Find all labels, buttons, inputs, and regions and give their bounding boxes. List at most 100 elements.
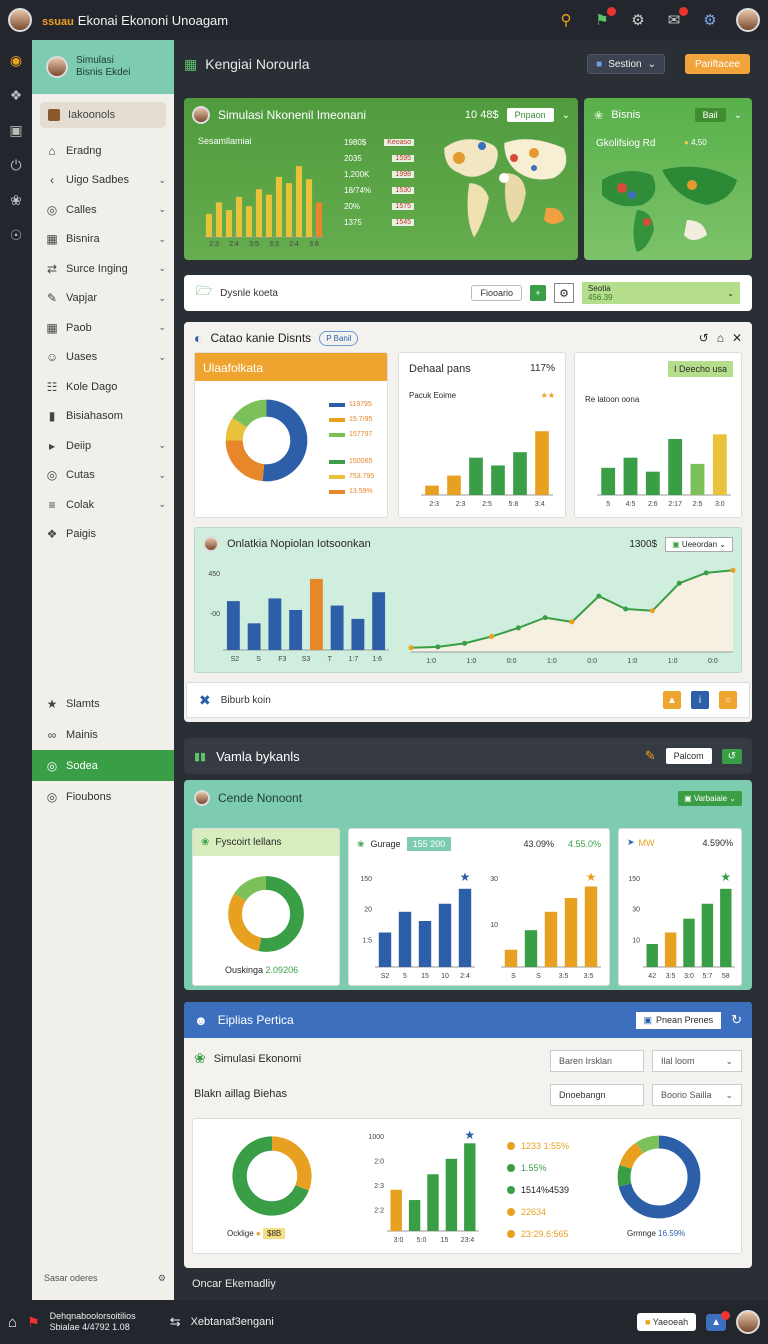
chevron-down-icon: ⌄ (158, 174, 166, 185)
chevron-down-icon[interactable]: ⌄ (562, 110, 570, 121)
grid-icon: ▦ (184, 55, 198, 72)
play-icon: ▸ (48, 438, 56, 453)
combo-dropdown[interactable]: ▣ Ueeordan ⌄ (665, 536, 733, 552)
toolbar-button[interactable]: Fiooario (471, 285, 522, 301)
swap-icon[interactable]: ⇆ (170, 1314, 181, 1330)
globe-rail-icon[interactable]: ☉ (10, 227, 23, 244)
sidebar-item-3[interactable]: ▦ Bisnira ⌄ (32, 225, 174, 255)
sidebar-lower-item-1[interactable]: ∞ Mainis (32, 719, 174, 750)
sidebar-item-6[interactable]: ▦ Paob ⌄ (32, 313, 174, 343)
messages-icon[interactable]: ✉ (664, 7, 688, 30)
settings-cog-icon[interactable]: ⚙ (628, 10, 648, 30)
toolbar-status[interactable]: Seotia 456.39 ⌄ (582, 282, 740, 304)
globe-icon: ◎ (46, 758, 58, 773)
refresh-icon[interactable]: ↺ (721, 748, 742, 764)
power-rail-icon[interactable]: ⏻ (10, 157, 21, 174)
edit-icon[interactable]: ✎ (645, 748, 656, 764)
bar (445, 1158, 458, 1231)
profile-avatar[interactable] (736, 8, 760, 32)
x-tick-label: T (328, 656, 333, 663)
sidebar-item-7[interactable]: ☺ Uases ⌄ (32, 343, 174, 373)
filter-input-2[interactable]: Dnoebangn (550, 1084, 644, 1106)
bottom-avatar[interactable] (736, 1310, 760, 1334)
nav-label: Cutas (66, 469, 95, 482)
section3-button[interactable]: ▣ Pnean Prenes (635, 1011, 722, 1029)
bar-chart-6: 3:0 5:0 15 23:4 1000 2:0 2:3 2:2 ★ (368, 1128, 479, 1244)
combo-dropdown-label: Ueeordan (681, 539, 718, 549)
donut-chart-1 (225, 399, 308, 482)
link-icon: ∞ (47, 727, 57, 742)
nav-lower: ★ Slamts ∞ Mainis ◎ Sodea ◎ Fioubons (32, 688, 174, 812)
apps-rail-icon[interactable]: ❖ (10, 87, 23, 104)
sidebar-item-13[interactable]: ❖ Paigis (32, 520, 174, 550)
x-tick-label: 2:5 (693, 501, 703, 508)
banner-button[interactable]: Pnpaon (506, 108, 554, 122)
chart-circle-icon: ◐ (194, 330, 203, 346)
sidebar-lower-item-0[interactable]: ★ Slamts (32, 688, 174, 719)
primary-action-button[interactable]: Pariftacee (684, 54, 750, 74)
section2-button[interactable]: Palcom (665, 748, 712, 764)
bar (701, 903, 714, 967)
filter-select-1[interactable]: Ilal loom ⌄ (652, 1050, 742, 1072)
line-point (408, 645, 414, 651)
sidebar-header-line1: Simulasi (76, 55, 114, 66)
board-rail-icon[interactable]: ▣ (9, 122, 22, 139)
sidebar-item-8[interactable]: ☷ Kole Dago (32, 372, 174, 402)
sidebar-item-4[interactable]: ⇄ Surce Inging ⌄ (32, 254, 174, 284)
section3-button-label: Pnean Prenes (656, 1014, 714, 1025)
business-dropdown[interactable]: Bail (694, 108, 726, 122)
donut-chart-2 (228, 876, 304, 952)
session-dropdown[interactable]: ■ Sestion ⌄ (587, 54, 665, 74)
sidebar-item-9[interactable]: ▮ Bisiahasom (32, 402, 174, 432)
sidebar-item-12[interactable]: ≡ Colak ⌄ (32, 490, 174, 520)
notifications-icon[interactable]: ⚑ (592, 7, 616, 30)
filter-select-2[interactable]: Boorio Sailla ⌄ (652, 1084, 742, 1106)
banner-value: 10 48$ (464, 109, 499, 121)
section2-dropdown[interactable]: ▣ Varbaiaie ⌄ (678, 790, 742, 806)
search-icon[interactable]: ⚲ (556, 10, 576, 30)
sidebar-item-10[interactable]: ▸ Deiip ⌄ (32, 431, 174, 461)
home-icon[interactable]: ⌂ (717, 331, 724, 345)
bar-card-1: Dehaal pans 117% Pacuk Eoime ★★ 2:3 2:3 2:5 5… (398, 352, 566, 518)
circle-icon[interactable]: ○ (719, 691, 737, 709)
home-icon[interactable]: ⌂ (8, 1314, 17, 1331)
fire-icon[interactable]: ▲ (663, 691, 681, 709)
sidebar-avatar[interactable] (46, 56, 68, 78)
refresh-icon[interactable]: ↻ (731, 1012, 742, 1028)
nav-label: Deiip (66, 439, 92, 452)
gear-icon[interactable]: ⚙ (700, 10, 720, 30)
session-label: Sestion (608, 58, 642, 70)
sidebar-item-1[interactable]: ‹ Uigo Sadbes ⌄ (32, 166, 174, 196)
donut3-label: Ocklige (227, 1229, 254, 1238)
legend-swatch (329, 402, 345, 407)
filter-input-1[interactable]: Baren Irsklan (550, 1050, 644, 1072)
leaf-rail-icon[interactable]: ❀ (10, 192, 22, 209)
x-tick-label: 3:5 (666, 973, 676, 980)
info-icon[interactable]: i (691, 691, 709, 709)
bar (378, 932, 392, 967)
like-icon[interactable]: ▲ (706, 1310, 730, 1331)
section1-tag[interactable]: P Banil (319, 330, 359, 346)
sidebar-item-2[interactable]: ◎ Calles ⌄ (32, 195, 174, 225)
sidebar-lower-item-3[interactable]: ◎ Fioubons (32, 781, 174, 812)
legend-value: 18/74% (344, 185, 372, 195)
user-avatar[interactable] (8, 8, 32, 32)
filter-select-1-label: Ilal loom (661, 1056, 695, 1066)
chevron-down-icon: ⌄ (158, 499, 166, 510)
close-icon[interactable]: ✕ (732, 331, 742, 345)
sidebar-item-0[interactable]: ⌂ Eradng (32, 136, 174, 166)
sidebar-item-11[interactable]: ◎ Cutas ⌄ (32, 461, 174, 491)
sidebar-lower-item-2[interactable]: ◎ Sodea (32, 750, 174, 781)
section2-header: ▮▮ Vamla bykanls ✎ Palcom ↺ (184, 738, 752, 774)
add-icon[interactable]: + (530, 285, 546, 301)
sidebar-active-pill[interactable]: Iakoonols (40, 102, 166, 128)
sidebar-item-5[interactable]: ✎ Vapjar ⌄ (32, 284, 174, 314)
bar (398, 911, 412, 967)
bar-card-2-button[interactable]: I Deecho usa (667, 361, 733, 377)
settings-icon[interactable]: ⚙ (554, 283, 574, 303)
home-rail-icon[interactable]: ◉ (10, 52, 22, 69)
footer-gear-icon[interactable]: ⚙ (158, 1273, 166, 1284)
chevron-down-icon[interactable]: ⌄ (734, 110, 742, 121)
refresh-icon[interactable]: ↺ (699, 331, 709, 345)
bottom-button[interactable]: ■ Yaeoeah (636, 1313, 697, 1331)
